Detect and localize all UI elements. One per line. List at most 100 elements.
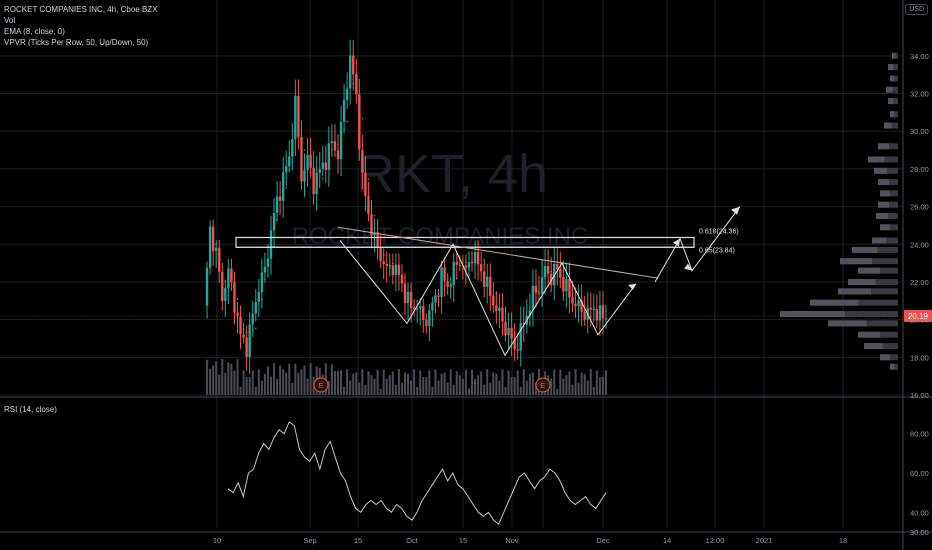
ema-dot <box>370 207 373 210</box>
ema-dot <box>471 259 473 262</box>
candle-body <box>248 324 251 357</box>
ema-dot <box>602 316 604 319</box>
ema-dot <box>325 163 327 166</box>
candle-body <box>361 149 364 173</box>
ema-dot <box>425 318 428 321</box>
ema-dot <box>340 146 342 148</box>
volume-bar <box>206 359 209 395</box>
candle-body <box>242 334 245 338</box>
ema-dot <box>446 278 449 280</box>
vpvr-bar-up <box>858 267 880 274</box>
volume-bar <box>489 382 492 395</box>
ema-dot <box>434 303 437 306</box>
candle-body <box>428 310 431 326</box>
volume-bar <box>422 376 425 395</box>
volume-bar <box>309 363 312 395</box>
ema-dot <box>361 117 364 120</box>
ema-dot <box>428 310 431 313</box>
volume-bar <box>407 373 410 395</box>
ema-dot <box>254 327 257 330</box>
ema-dot <box>510 334 513 336</box>
symbol-legend[interactable]: ROCKET COMPANIES INC, 4h, Cboe BZX Vol E… <box>4 4 158 48</box>
candle-body <box>562 277 565 292</box>
candle-body <box>288 156 291 167</box>
volume-bar <box>446 382 449 395</box>
volume-bar <box>486 369 489 395</box>
ema-dot <box>416 299 418 302</box>
ema-dot <box>565 282 568 284</box>
currency-badge[interactable]: USD <box>905 4 928 15</box>
candle-body <box>281 172 285 201</box>
volume-bar <box>580 372 583 395</box>
candle-body <box>482 271 486 287</box>
ema-dot <box>334 154 336 156</box>
volume-bar <box>379 388 382 395</box>
candle-body <box>537 292 541 294</box>
candle-body <box>516 349 519 351</box>
volume-bar <box>263 373 266 395</box>
volume-bar <box>330 364 333 395</box>
volume-bar <box>477 375 480 395</box>
candle-body <box>251 313 254 325</box>
candle-body <box>507 327 510 336</box>
vpvr-bar-up <box>840 258 872 265</box>
candle-body <box>501 307 504 322</box>
chart-canvas[interactable]: RKT, 4hROCKET COMPANIES INC20.1916.0018.… <box>0 0 932 550</box>
candle-body <box>348 55 352 89</box>
candle-body <box>574 303 577 306</box>
ema-dot <box>385 254 388 257</box>
volume-bar <box>577 382 580 395</box>
candle-body <box>534 285 538 293</box>
candle-body <box>419 306 422 309</box>
candle-body <box>218 247 221 272</box>
candle-body <box>467 262 471 268</box>
vpvr-bar-up <box>864 343 883 350</box>
volume-bar <box>215 361 218 395</box>
vpvr-bar-up <box>872 237 887 244</box>
candle-body <box>592 309 596 311</box>
volume-bar <box>346 369 349 395</box>
volume-bar <box>300 369 303 395</box>
candle-body <box>382 261 385 265</box>
ema-dot <box>248 341 251 344</box>
ema-dot <box>358 96 361 99</box>
ema-dot <box>239 306 242 309</box>
volume-bar <box>279 365 282 395</box>
volume-bar <box>276 378 279 395</box>
ema-dot <box>483 263 485 266</box>
volume-bar <box>501 369 504 395</box>
rsi-legend[interactable]: RSI (14, close) <box>4 404 57 415</box>
volume-bar <box>291 382 294 395</box>
candle-body <box>278 196 282 201</box>
volume-bar <box>550 378 553 395</box>
volume-bar <box>458 375 461 395</box>
vpvr-bar-up <box>878 143 889 150</box>
volume-bar <box>431 386 434 395</box>
candle-body <box>342 100 346 122</box>
volume-bar <box>294 363 297 395</box>
volume-bar <box>483 384 486 395</box>
candle-body <box>473 251 477 264</box>
volume-bar <box>443 372 446 395</box>
volume-bar <box>224 372 227 395</box>
ema-dot <box>297 135 300 137</box>
candles <box>205 39 608 395</box>
candle-body <box>452 261 455 286</box>
ema-dot <box>376 235 379 237</box>
ema-dot <box>455 277 458 280</box>
candle-body <box>205 267 209 306</box>
candle-body <box>443 267 446 281</box>
volume-bar <box>239 386 242 395</box>
ema-dot <box>349 86 351 89</box>
volume-bar <box>437 380 440 395</box>
vpvr-bar-up <box>858 331 880 338</box>
ema-dot <box>382 254 385 256</box>
candle-body <box>333 141 337 151</box>
candle-body <box>403 283 407 303</box>
ema-dot <box>431 318 434 320</box>
candle-body <box>446 280 449 287</box>
ema-dot <box>541 290 543 293</box>
ema-dot <box>270 252 272 254</box>
ema-dot <box>477 255 479 258</box>
vpvr-bar-up <box>838 288 871 295</box>
